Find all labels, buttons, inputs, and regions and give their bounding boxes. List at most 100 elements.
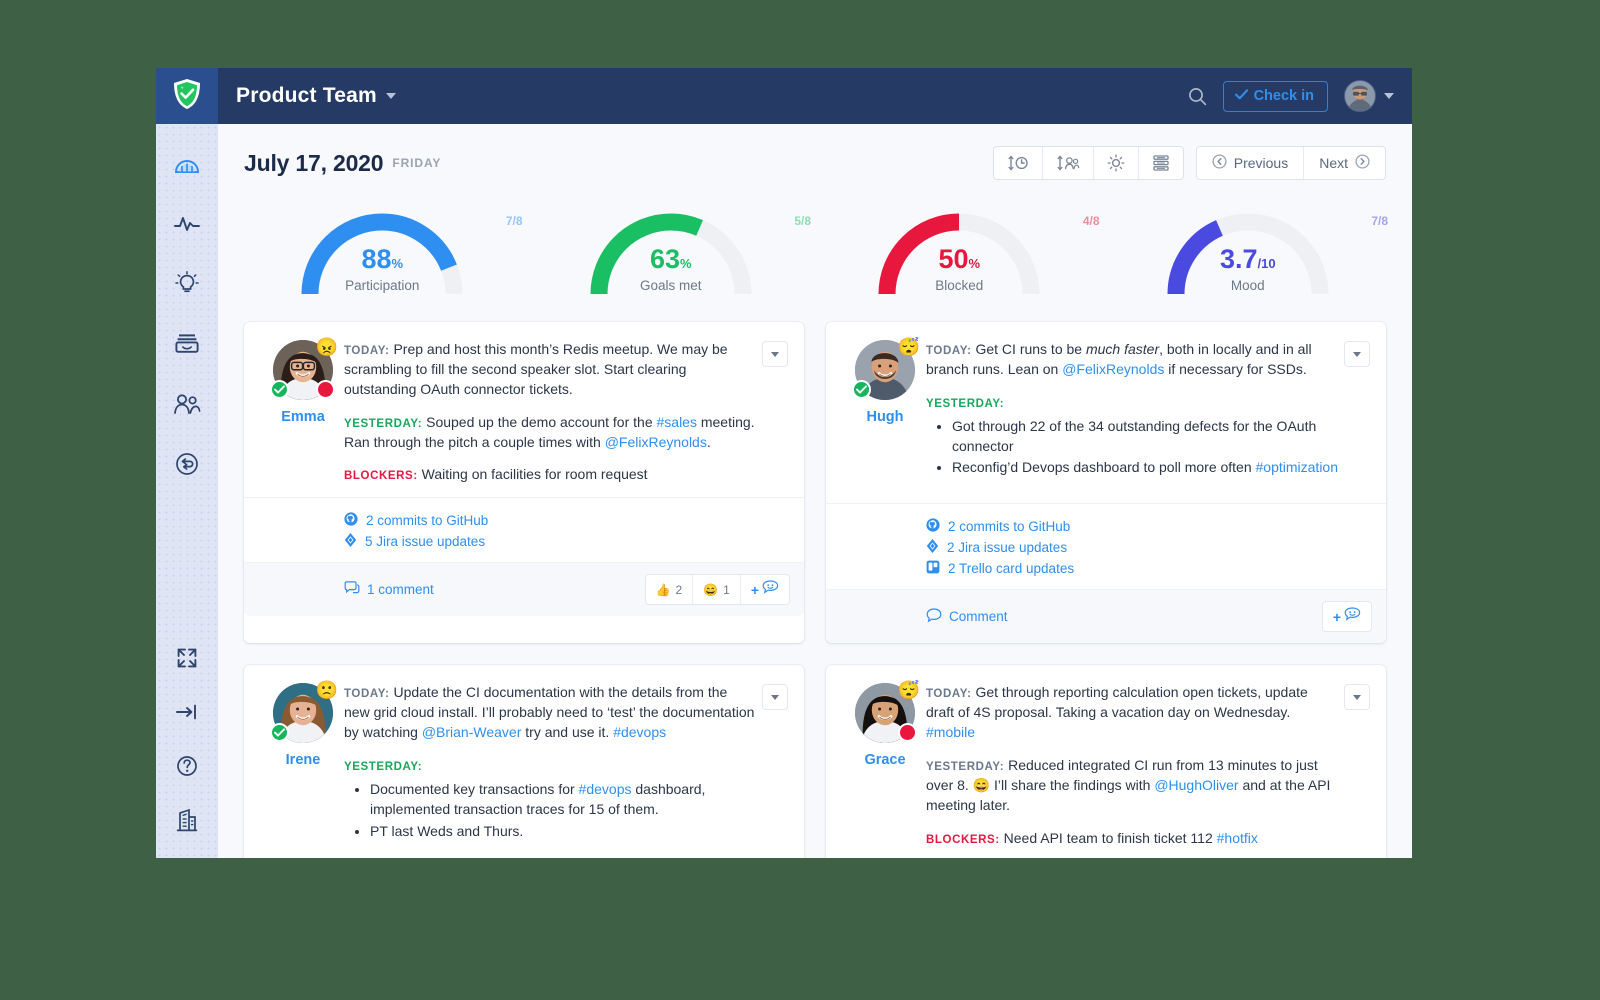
previous-label: Previous bbox=[1233, 155, 1289, 171]
metrics-gauges: 88% Participation 7/8 63% Goals met 5/8 50% Blo… bbox=[218, 198, 1412, 318]
entry-yesterday-label: YESTERDAY: bbox=[344, 756, 756, 776]
page-root: Product Team Check in July 17, 2020 FRID… bbox=[0, 0, 1600, 1000]
card-footer: 1 comment 👍 2 😄 1 + bbox=[244, 562, 804, 617]
card-menu-button[interactable] bbox=[1344, 341, 1370, 367]
checkin-entry: TODAY: Get through reporting calculation… bbox=[926, 683, 1344, 848]
card-menu-button[interactable] bbox=[762, 341, 788, 367]
sort-by-person-button[interactable] bbox=[1043, 147, 1094, 179]
comment-button[interactable]: 1 comment bbox=[344, 581, 434, 599]
card-menu-button[interactable] bbox=[762, 684, 788, 711]
entry-today: TODAY: Update the CI documentation with … bbox=[344, 684, 755, 740]
sort-by-person-icon bbox=[1057, 155, 1080, 171]
activity-row[interactable]: 2 Jira issue updates bbox=[926, 539, 1368, 556]
entry-blockers: BLOCKERS: Need API team to finish ticket… bbox=[926, 829, 1258, 846]
avatar-wrap: 😠 bbox=[270, 338, 338, 400]
github-icon bbox=[926, 518, 940, 535]
reaction-pill[interactable]: 👍 2 bbox=[646, 575, 694, 605]
shield-check-icon bbox=[172, 78, 202, 115]
add-reaction-button[interactable]: + bbox=[741, 575, 789, 604]
today-label: TODAY: bbox=[926, 688, 972, 701]
checkin-entry: TODAY: Update the CI documentation with … bbox=[344, 683, 762, 854]
checkin-card: 🙁 Irene TODAY: Update the CI documentation… bbox=[244, 665, 804, 858]
yesterday-label: YESTERDAY: bbox=[344, 417, 423, 430]
today-label: TODAY: bbox=[344, 345, 390, 357]
next-label: Next bbox=[1319, 155, 1348, 171]
sidebar-item-fullscreen[interactable] bbox=[167, 638, 207, 678]
entry-yesterday-list: Got through 22 of the 34 outstanding def… bbox=[926, 417, 1338, 479]
checkin-card: 😠 Emma TODAY: Prep and host this month’s R… bbox=[244, 322, 804, 644]
reaction-pill[interactable]: 😄 1 bbox=[693, 575, 741, 605]
list-density-button[interactable] bbox=[1139, 147, 1183, 179]
app-logo[interactable] bbox=[156, 68, 218, 124]
card-top: 😴 Grace TODAY: Get through reporting calcu… bbox=[826, 681, 1386, 848]
next-button[interactable]: Next bbox=[1304, 147, 1385, 179]
chevron-down-icon bbox=[771, 694, 779, 700]
sync-refresh-icon bbox=[176, 453, 198, 475]
comment-button[interactable]: Comment bbox=[926, 608, 1008, 626]
activity-row[interactable]: 2 commits to GitHub bbox=[926, 518, 1368, 535]
mood-filter-button[interactable] bbox=[1094, 147, 1139, 179]
gauge-participation: 88% Participation 7/8 bbox=[238, 202, 527, 304]
comments-icon bbox=[344, 581, 360, 599]
person-name[interactable]: Irene bbox=[262, 752, 344, 768]
reaction-count: 2 bbox=[675, 582, 683, 597]
sidebar-item-pulse[interactable] bbox=[167, 204, 207, 244]
inbox-icon bbox=[175, 334, 199, 353]
sidebar-item-help[interactable] bbox=[167, 746, 207, 786]
sidebar-item-inbox[interactable] bbox=[167, 324, 207, 364]
activity-row[interactable]: 2 Trello card updates bbox=[926, 560, 1368, 577]
add-reaction-button[interactable]: + bbox=[1323, 602, 1371, 631]
sort-by-time-icon bbox=[1008, 155, 1028, 171]
chevron-right-circle-icon bbox=[1355, 154, 1370, 172]
chevron-down-icon bbox=[771, 351, 779, 357]
sidebar-item-sync[interactable] bbox=[167, 444, 207, 484]
sort-by-time-button[interactable] bbox=[994, 147, 1043, 179]
gauge-fraction: 5/8 bbox=[794, 214, 811, 228]
help-question-icon bbox=[177, 756, 197, 776]
sidebar-item-dashboard[interactable] bbox=[167, 144, 207, 184]
main-content: July 17, 2020 FRIDAY Previous Next 88% P… bbox=[218, 124, 1412, 858]
previous-button[interactable]: Previous bbox=[1197, 147, 1305, 179]
people-icon bbox=[174, 394, 201, 414]
person-name[interactable]: Hugh bbox=[844, 409, 926, 425]
sidebar-item-people[interactable] bbox=[167, 384, 207, 424]
check-in-button[interactable]: Check in bbox=[1222, 80, 1328, 112]
chevron-down-icon bbox=[1384, 93, 1394, 99]
person-name[interactable]: Emma bbox=[262, 409, 344, 425]
yesterday-label: YESTERDAY: bbox=[344, 760, 423, 773]
sidebar-item-collapse[interactable] bbox=[167, 692, 207, 732]
sidebar-item-company[interactable] bbox=[167, 800, 207, 840]
pulse-activity-icon bbox=[174, 217, 200, 231]
comment-bubble-icon bbox=[926, 608, 942, 626]
user-menu[interactable] bbox=[1344, 80, 1394, 112]
github-icon bbox=[344, 512, 358, 526]
github-icon bbox=[344, 512, 358, 529]
card-top: 😴 Hugh TODAY: Get CI runs to be much faste… bbox=[826, 338, 1386, 491]
avatar bbox=[1344, 80, 1376, 112]
entry-yesterday-label: YESTERDAY: bbox=[926, 393, 1338, 413]
trello-icon bbox=[926, 560, 940, 574]
gauge-mood: 3.7/10 Mood 7/8 bbox=[1104, 202, 1393, 304]
search-icon[interactable] bbox=[1188, 87, 1207, 106]
day-of-week: FRIDAY bbox=[392, 156, 442, 170]
activity-row[interactable]: 5 Jira issue updates bbox=[344, 533, 786, 550]
gauge-goals-met: 63% Goals met 5/8 bbox=[527, 202, 816, 304]
gauge-fraction: 7/8 bbox=[1371, 214, 1388, 228]
sidebar-item-insights[interactable] bbox=[167, 264, 207, 304]
app-body: July 17, 2020 FRIDAY Previous Next 88% P… bbox=[156, 124, 1412, 858]
left-sidebar bbox=[156, 124, 218, 858]
avatar-wrap: 😴 bbox=[852, 338, 920, 400]
list-item: Documented key transactions for #devops … bbox=[370, 780, 756, 820]
activity-label: 2 commits to GitHub bbox=[366, 513, 489, 529]
check-in-label: Check in bbox=[1253, 87, 1314, 104]
jira-icon bbox=[344, 533, 357, 550]
chevron-down-icon bbox=[385, 93, 396, 99]
card-menu-button[interactable] bbox=[1344, 684, 1370, 711]
card-activity: 2 commits to GitHub 2 Jira issue updates 2… bbox=[826, 503, 1386, 589]
collapse-sidebar-icon bbox=[176, 704, 196, 720]
dashboard-gauge-icon bbox=[174, 160, 200, 173]
team-switcher[interactable]: Product Team bbox=[236, 84, 396, 108]
avatar-wrap: 🙁 bbox=[270, 681, 338, 744]
activity-row[interactable]: 2 commits to GitHub bbox=[344, 512, 786, 529]
person-name[interactable]: Grace bbox=[844, 752, 926, 768]
